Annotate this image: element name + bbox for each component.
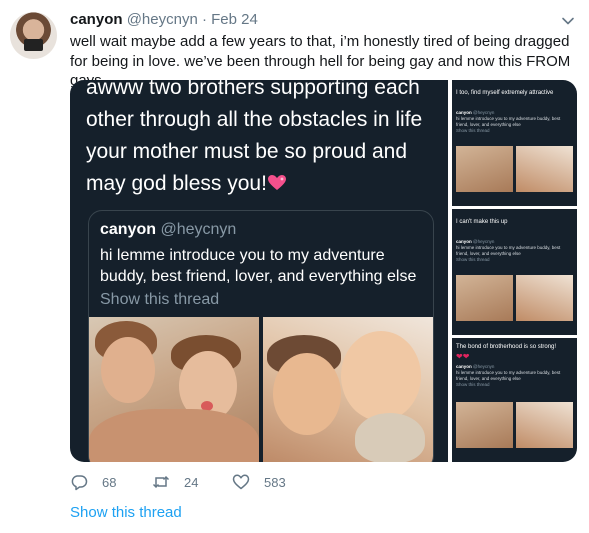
tweet-header: canyon @heycnyn · Feb 24 bbox=[70, 11, 258, 28]
quoted-tweet-text: hi lemme introduce you to my adventure b… bbox=[100, 247, 417, 285]
panel-show-thread: Show this thread bbox=[456, 257, 490, 262]
panel-quote-handle: @heycnyn bbox=[473, 110, 495, 115]
quoted-photo-1 bbox=[89, 317, 259, 462]
overlay-line-last: may god bless you! bbox=[86, 168, 446, 200]
screenshot-main: awww two brothers supporting each other … bbox=[70, 80, 448, 462]
tweet-actions: 68 24 583 bbox=[70, 473, 370, 493]
quoted-author-name: canyon bbox=[100, 221, 157, 238]
panel-quote: canyon @heycnyn hi lemme introduce you t… bbox=[456, 239, 572, 263]
overlay-line: your mother must be so proud and bbox=[86, 140, 408, 163]
overlay-line-text: may god bless you! bbox=[86, 172, 267, 195]
reply-icon bbox=[71, 475, 88, 491]
panel-photo bbox=[516, 402, 573, 448]
screenshot-panel: I can't make this up canyon @heycnyn hi … bbox=[452, 209, 577, 335]
tweet-media[interactable]: awww two brothers supporting each other … bbox=[70, 80, 577, 462]
panel-quote-handle: @heycnyn bbox=[473, 239, 495, 244]
like-count: 583 bbox=[264, 475, 286, 490]
heart-icon: ❤❤ bbox=[456, 352, 470, 361]
panel-caption: I can't make this up bbox=[456, 219, 508, 225]
screenshot-panel: The bond of brotherhood is so strong! ❤❤… bbox=[452, 338, 577, 462]
panel-photo bbox=[516, 146, 573, 192]
panel-quote-name: canyon bbox=[456, 110, 472, 115]
panel-show-thread: Show this thread bbox=[456, 128, 490, 133]
overlay-line: awww two brothers supporting each bbox=[86, 80, 420, 99]
panel-quote-text: hi lemme introduce you to my adventure b… bbox=[456, 245, 561, 256]
chevron-down-icon[interactable] bbox=[561, 14, 575, 28]
tweet: canyon @heycnyn · Feb 24 well wait maybe… bbox=[0, 0, 589, 533]
panel-caption: I too, find myself extremely attractive bbox=[456, 90, 554, 96]
panel-quote: canyon @heycnyn hi lemme introduce you t… bbox=[456, 364, 572, 388]
separator: · bbox=[201, 11, 207, 28]
reply-count: 68 bbox=[102, 475, 117, 490]
panel-quote-name: canyon bbox=[456, 239, 472, 244]
panel-show-thread: Show this thread bbox=[456, 382, 490, 387]
panel-photo bbox=[456, 146, 513, 192]
retweet-icon bbox=[152, 475, 170, 489]
overlay-line: other through all the obstacles in life bbox=[86, 108, 423, 131]
quoted-photo-2 bbox=[263, 317, 433, 462]
panel-quote-text: hi lemme introduce you to my adventure b… bbox=[456, 370, 561, 381]
author-name[interactable]: canyon bbox=[70, 11, 123, 28]
tweet-date[interactable]: Feb 24 bbox=[211, 11, 258, 28]
panel-photo bbox=[516, 275, 573, 321]
sparkling-heart-icon bbox=[267, 175, 286, 190]
quoted-tweet-header: canyon @heycnyn bbox=[100, 221, 236, 239]
avatar[interactable] bbox=[10, 12, 57, 59]
overlay-text: awww two brothers supporting each other … bbox=[86, 80, 446, 200]
quoted-tweet[interactable]: canyon @heycnyn hi lemme introduce you t… bbox=[88, 210, 434, 462]
quoted-author-handle: @heycnyn bbox=[160, 221, 237, 238]
panel-photo bbox=[456, 402, 513, 448]
quoted-show-thread: Show this thread bbox=[100, 291, 220, 308]
author-handle[interactable]: @heycnyn bbox=[127, 11, 198, 28]
show-thread-link[interactable]: Show this thread bbox=[70, 504, 182, 521]
panel-photo bbox=[456, 275, 513, 321]
panel-caption: The bond of brotherhood is so strong! bbox=[456, 344, 557, 350]
retweet-count: 24 bbox=[184, 475, 199, 490]
panel-quote-text: hi lemme introduce you to my adventure b… bbox=[456, 116, 561, 127]
panel-quote: canyon @heycnyn hi lemme introduce you t… bbox=[456, 110, 572, 134]
panel-quote-handle: @heycnyn bbox=[473, 364, 495, 369]
screenshot-strip: I too, find myself extremely attractive … bbox=[452, 80, 577, 462]
panel-quote-name: canyon bbox=[456, 364, 472, 369]
like-icon bbox=[232, 474, 250, 490]
screenshot-panel: I too, find myself extremely attractive … bbox=[452, 80, 577, 206]
